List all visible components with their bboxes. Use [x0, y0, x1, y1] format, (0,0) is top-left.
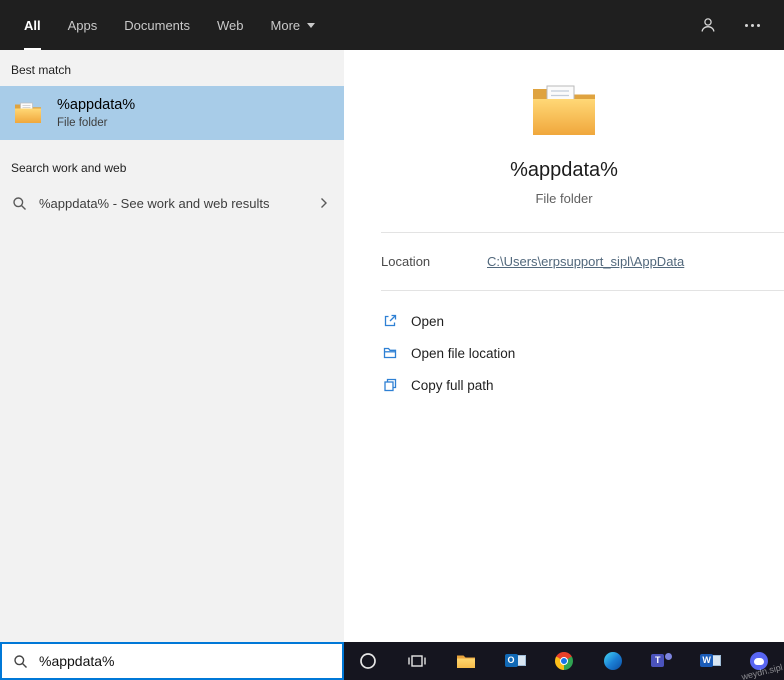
location-row: Location C:\Users\erpsupport_sipl\AppDat… — [344, 233, 784, 290]
result-details-panel: %appdata% File folder Location C:\Users\… — [344, 50, 784, 642]
discord-icon — [750, 652, 769, 670]
edge-button[interactable] — [593, 642, 633, 680]
file-explorer-icon — [456, 654, 476, 669]
filter-tabs: All Apps Documents Web More — [24, 0, 316, 50]
result-title: %appdata% — [510, 159, 618, 181]
best-match-subtitle: File folder — [57, 117, 108, 129]
word-icon: W — [700, 653, 722, 670]
action-copy-full-path-label: Copy full path — [411, 377, 494, 393]
tab-all[interactable]: All — [24, 0, 41, 50]
best-match-result[interactable]: %appdata% File folder — [0, 86, 344, 140]
topbar-actions — [699, 0, 766, 50]
tab-more[interactable]: More — [271, 0, 316, 50]
outlook-icon: O — [504, 653, 526, 670]
task-view-button[interactable] — [397, 642, 437, 680]
best-match-text: %appdata% File folder — [57, 97, 135, 129]
outlook-letter: O — [504, 653, 518, 667]
location-link[interactable]: C:\Users\erpsupport_sipl\AppData — [487, 254, 684, 269]
bottom-bar: O T W — [0, 642, 784, 680]
tab-documents[interactable]: Documents — [124, 0, 190, 50]
word-letter: W — [700, 653, 714, 667]
open-icon — [382, 313, 398, 329]
outlook-button[interactable]: O — [495, 642, 535, 680]
results-list-panel: Best match %appdata% File folder Search … — [0, 50, 344, 642]
chrome-button[interactable] — [544, 642, 584, 680]
action-open-label: Open — [411, 313, 445, 329]
tab-web[interactable]: Web — [217, 0, 244, 50]
action-open-file-location[interactable]: Open file location — [382, 337, 784, 369]
location-label: Location — [381, 254, 431, 269]
tab-apps-label: Apps — [67, 17, 98, 33]
word-button[interactable]: W — [691, 642, 731, 680]
result-subtitle: File folder — [535, 191, 593, 206]
windows-search-window: All Apps Documents Web More Best match %… — [0, 0, 784, 680]
actions-list: Open Open file location Copy full path — [344, 291, 784, 401]
taskbar: O T W weydn.sipl — [344, 642, 784, 680]
user-account-icon[interactable] — [699, 16, 717, 34]
web-suggestion-label: %appdata% - See work and web results — [39, 195, 270, 211]
best-match-title: %appdata% — [57, 97, 136, 113]
result-hero: %appdata% File folder — [344, 50, 784, 206]
file-explorer-button[interactable] — [446, 642, 486, 680]
chevron-down-icon — [307, 22, 316, 28]
folder-icon — [14, 102, 42, 124]
search-icon — [13, 654, 28, 669]
tab-more-label: More — [270, 17, 301, 33]
tab-apps[interactable]: Apps — [68, 0, 98, 50]
web-suggestion-item[interactable]: %appdata% - See work and web results — [0, 184, 344, 222]
chevron-right-icon[interactable] — [316, 193, 332, 213]
more-options-icon[interactable] — [745, 23, 760, 27]
chrome-icon — [554, 652, 573, 670]
teams-circle — [665, 652, 673, 660]
search-icon — [12, 196, 27, 211]
cortana-icon — [359, 652, 377, 670]
folder-icon-large — [531, 84, 597, 138]
edge-icon — [603, 652, 622, 670]
tab-all-label: All — [24, 17, 41, 33]
action-copy-full-path[interactable]: Copy full path — [382, 369, 784, 401]
search-work-web-header: Search work and web — [11, 161, 127, 175]
search-input[interactable] — [39, 653, 299, 669]
tab-web-label: Web — [217, 17, 244, 33]
discord-button[interactable] — [739, 642, 779, 680]
open-file-location-icon — [382, 345, 398, 361]
teams-letter: T — [651, 653, 665, 667]
action-open-file-location-label: Open file location — [411, 345, 516, 361]
search-box[interactable] — [0, 642, 344, 680]
copy-icon — [382, 377, 398, 393]
search-filter-bar: All Apps Documents Web More — [0, 0, 784, 50]
task-view-icon — [408, 654, 427, 668]
tab-documents-label: Documents — [124, 17, 191, 33]
teams-button[interactable]: T — [642, 642, 682, 680]
cortana-button[interactable] — [348, 642, 388, 680]
search-results-area: Best match %appdata% File folder Search … — [0, 50, 784, 642]
action-open[interactable]: Open — [382, 305, 784, 337]
best-match-header: Best match — [11, 63, 72, 77]
teams-icon: T — [651, 652, 673, 670]
